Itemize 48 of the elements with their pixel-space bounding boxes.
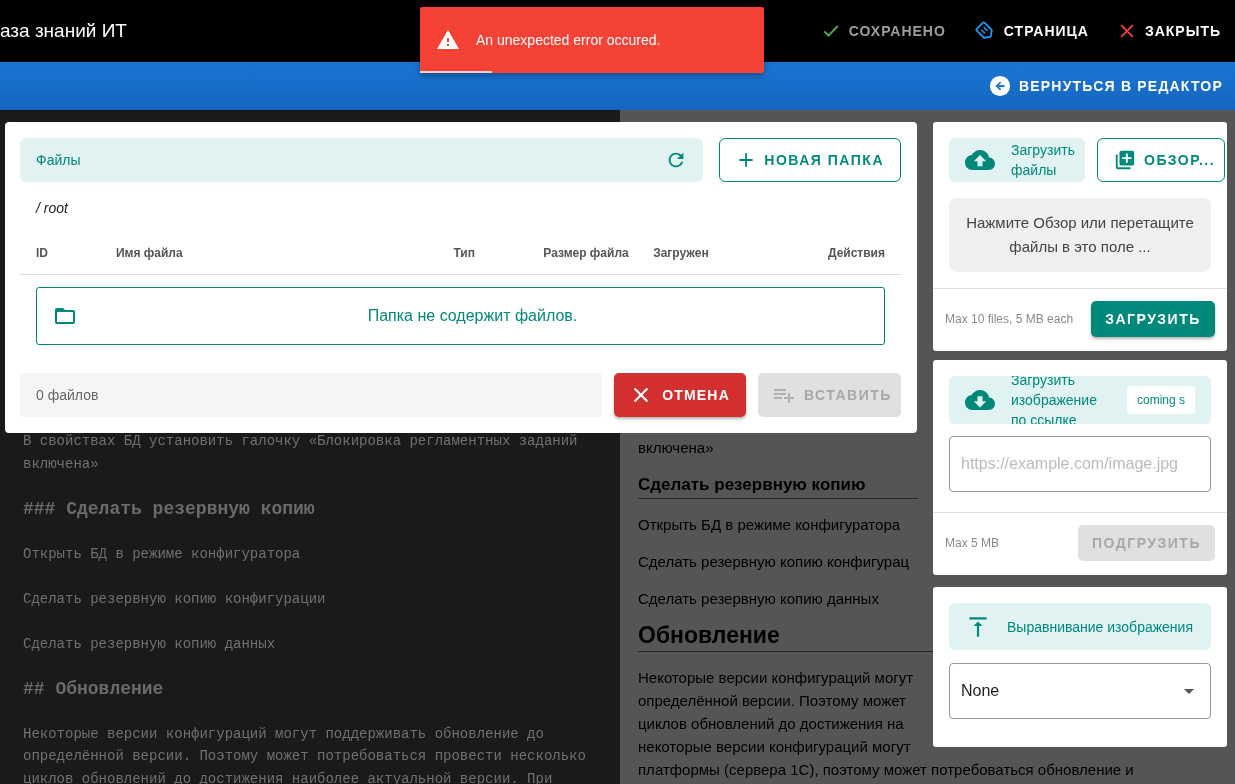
preview-text: Некоторые версии конфигураций могут (638, 668, 914, 688)
warning-icon (436, 28, 460, 52)
preview-text: Сделать резервную копию конфигурац (638, 552, 910, 572)
folder-path: / root (34, 199, 70, 218)
preview-text: включена» (638, 438, 714, 458)
preview-heading: Сделать резервную копию (638, 473, 918, 499)
tag-icon (973, 20, 996, 42)
file-count: 0 файлов (36, 385, 99, 405)
files-title: Файлы (36, 150, 81, 170)
editor-heading-line: ### Сделать резервную копию (23, 497, 316, 520)
error-message: An unexpected error occured. (476, 30, 661, 50)
url-limit-text: Max 5 MB (945, 535, 999, 552)
url-field[interactable]: https://example.com/image.jpg (949, 436, 1211, 492)
back-to-editor-button[interactable]: ВЕРНУТЬСЯ В РЕДАКТОР (976, 75, 1235, 97)
editor-text-line: В свойствах БД установить галочку «Блокировка регламентных заданий включена» (23, 432, 579, 474)
add-stack-icon (1114, 149, 1136, 171)
editor-text-line: Открыть БД в режиме конфигуратора (23, 544, 302, 564)
editor-text-line: Сделать резервную копию конфигурации (23, 589, 327, 609)
preview-text: Сделать резервную копию данных (638, 589, 879, 609)
upload-files-title: Загрузить файлы (1011, 141, 1075, 180)
coming-soon-tag: coming s (1126, 386, 1195, 414)
preview-text: платформы (сервера 1С), поэтому может потребоваться обновление и (638, 760, 1134, 780)
column-header: Тип (453, 244, 476, 262)
editor-heading-line: ## Обновление (23, 677, 165, 700)
column-header: Действия (827, 244, 885, 262)
preview-text: определённой версии. Поэтому может (638, 691, 906, 711)
column-header: Имя файла (115, 244, 184, 262)
page-button[interactable]: СТРАНИЦА (963, 20, 1099, 42)
editor-text-line: Сделать резервную копию данных (23, 634, 277, 654)
alignment-select[interactable]: None (949, 663, 1211, 719)
cancel-button[interactable]: ОТМЕНА (614, 373, 746, 417)
upload-limit-text: Max 10 files, 5 MB each (945, 311, 1074, 328)
alignment-title: Выравнивание изображения (1007, 617, 1193, 637)
app-title: аза знаний ИТ (0, 18, 127, 43)
drop-zone[interactable]: Нажмите Обзор или перетащите файлы в это поле ... (949, 198, 1211, 272)
preview-text: циклов обновлений до достижения на (638, 714, 904, 734)
preview-text: некоторые версии конфигураций могут (638, 737, 911, 757)
browse-button[interactable]: ОБЗОР... (1097, 138, 1225, 182)
column-header: Загружен (653, 244, 710, 262)
close-button[interactable]: ЗАКРЫТЬ (1106, 20, 1231, 42)
new-folder-button[interactable]: НОВАЯ ПАПКА (719, 138, 901, 182)
preview-text: Открыть БД в режиме конфигуратора (638, 515, 901, 535)
saved-status: СОХРАНЕНО (810, 20, 956, 42)
empty-folder-message: Папка не содержит файлов. (366, 306, 579, 326)
column-header: Размер файла (543, 244, 630, 262)
caret-down-icon (1184, 688, 1194, 694)
column-header: ID (36, 244, 49, 262)
upload-button[interactable]: ЗАГРУЗИТЬ (1091, 301, 1215, 337)
